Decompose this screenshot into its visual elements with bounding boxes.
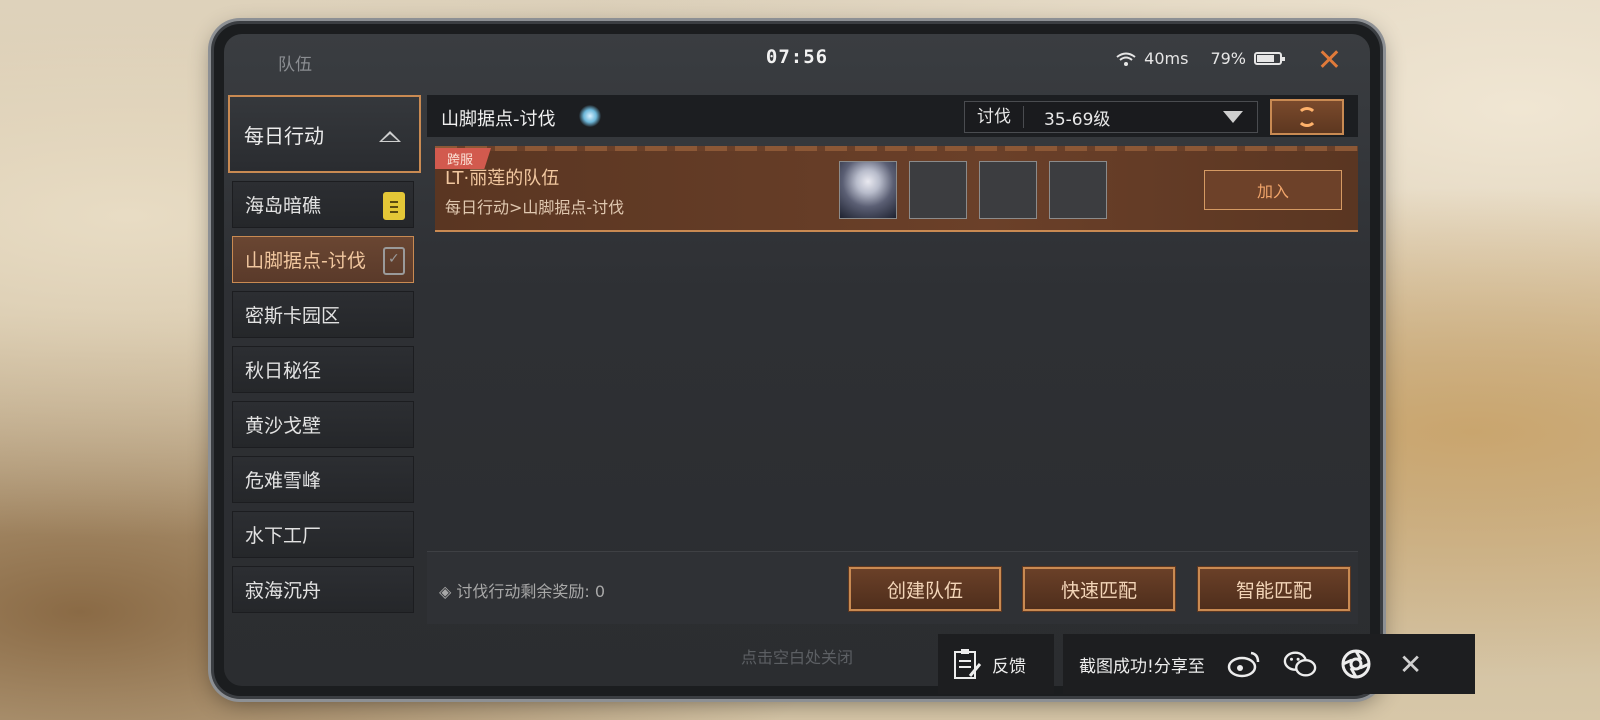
sidebar-item-label: 山脚据点-讨伐 (245, 250, 366, 272)
feedback-icon (954, 649, 982, 679)
battery-icon (1254, 52, 1285, 65)
sidebar-item-label: 危难雪峰 (245, 470, 322, 492)
sidebar-item-label: 水下工厂 (245, 525, 322, 547)
sidebar-item-1[interactable]: 海岛暗礁 (232, 181, 414, 228)
moments-icon[interactable] (1339, 649, 1373, 679)
crystal-icon (579, 105, 601, 127)
close-share-icon[interactable]: ✕ (1399, 648, 1422, 681)
level-filter-dropdown[interactable]: 讨伐 35-69级 (964, 101, 1258, 133)
sidebar-item-7[interactable]: 水下工厂 (232, 511, 414, 558)
feedback-label: 反馈 (992, 656, 1026, 677)
weibo-icon[interactable] (1227, 649, 1261, 679)
sidebar: 每日行动 海岛暗礁 山脚据点-讨伐 密斯卡园区 秋日秘径 黄沙戈壁 危难雪峰 (228, 95, 421, 624)
sidebar-item-label: 密斯卡园区 (245, 305, 341, 327)
wechat-icon[interactable] (1283, 649, 1317, 679)
member-avatar[interactable] (839, 161, 897, 219)
action-bar: ◈ 讨伐行动剩余奖励: 0 创建队伍 快速匹配 智能匹配 (427, 551, 1358, 624)
clipboard-icon (383, 192, 405, 220)
sidebar-item-label: 寂海沉舟 (245, 580, 322, 602)
mode-title: 山脚据点-讨伐 (441, 109, 556, 130)
category-header[interactable]: 每日行动 (228, 95, 421, 173)
sidebar-item-2[interactable]: 山脚据点-讨伐 (232, 236, 414, 283)
share-bar: 截图成功!分享至 ✕ (1063, 634, 1475, 694)
close-icon[interactable]: ✕ (1317, 46, 1342, 76)
sidebar-item-4[interactable]: 秋日秘径 (232, 346, 414, 393)
row-stripe (435, 146, 1358, 151)
empty-slot (979, 161, 1037, 219)
feedback-button[interactable]: 反馈 (938, 634, 1054, 694)
status-area: 40ms 79% (1116, 49, 1285, 68)
main-panel: 山脚据点-讨伐 讨伐 35-69级 跨服 LT·丽莲的队伍 每日行动>山脚据点-… (427, 95, 1358, 624)
collapse-up-icon (379, 131, 401, 142)
category-label: 每日行动 (244, 123, 324, 148)
quick-match-button[interactable]: 快速匹配 (1022, 566, 1176, 612)
battery-text: 79% (1210, 49, 1246, 68)
main-header: 山脚据点-讨伐 讨伐 35-69级 (427, 95, 1358, 137)
top-bar: 队伍 07:56 40ms 79% ✕ (224, 34, 1370, 90)
sidebar-item-label: 黄沙戈壁 (245, 415, 322, 437)
filter-value: 35-69级 (1044, 109, 1111, 130)
team-screen: 队伍 07:56 40ms 79% ✕ 每日行动 海岛暗礁 山脚据点-讨伐 ✓ … (224, 34, 1370, 686)
wifi-icon (1116, 52, 1136, 66)
create-team-button[interactable]: 创建队伍 (848, 566, 1002, 612)
empty-slot (909, 161, 967, 219)
ping-text: 40ms (1144, 49, 1189, 68)
reward-remaining: ◈ 讨伐行动剩余奖励: 0 (439, 582, 606, 601)
team-name: LT·丽莲的队伍 (445, 168, 560, 189)
sidebar-item-5[interactable]: 黄沙戈壁 (232, 401, 414, 448)
share-text: 截图成功!分享至 (1079, 656, 1205, 677)
join-button[interactable]: 加入 (1204, 170, 1342, 210)
refresh-icon (1297, 107, 1317, 127)
team-row[interactable]: 跨服 LT·丽莲的队伍 每日行动>山脚据点-讨伐 加入 (435, 146, 1358, 232)
device-frame: 队伍 07:56 40ms 79% ✕ 每日行动 海岛暗礁 山脚据点-讨伐 ✓ … (214, 24, 1380, 696)
sidebar-item-label: 海岛暗礁 (245, 195, 322, 217)
empty-slot (1049, 161, 1107, 219)
team-path: 每日行动>山脚据点-讨伐 (445, 198, 625, 217)
refresh-button[interactable] (1270, 99, 1344, 135)
filter-label: 讨伐 (965, 106, 1024, 128)
sidebar-item-label: 秋日秘径 (245, 360, 322, 382)
chevron-down-icon (1223, 111, 1243, 123)
smart-match-button[interactable]: 智能匹配 (1197, 566, 1351, 612)
sidebar-item-8[interactable]: 寂海沉舟 (232, 566, 414, 613)
sidebar-item-3[interactable]: 密斯卡园区 (232, 291, 414, 338)
sidebar-item-6[interactable]: 危难雪峰 (232, 456, 414, 503)
clipboard-check-icon (383, 247, 405, 275)
